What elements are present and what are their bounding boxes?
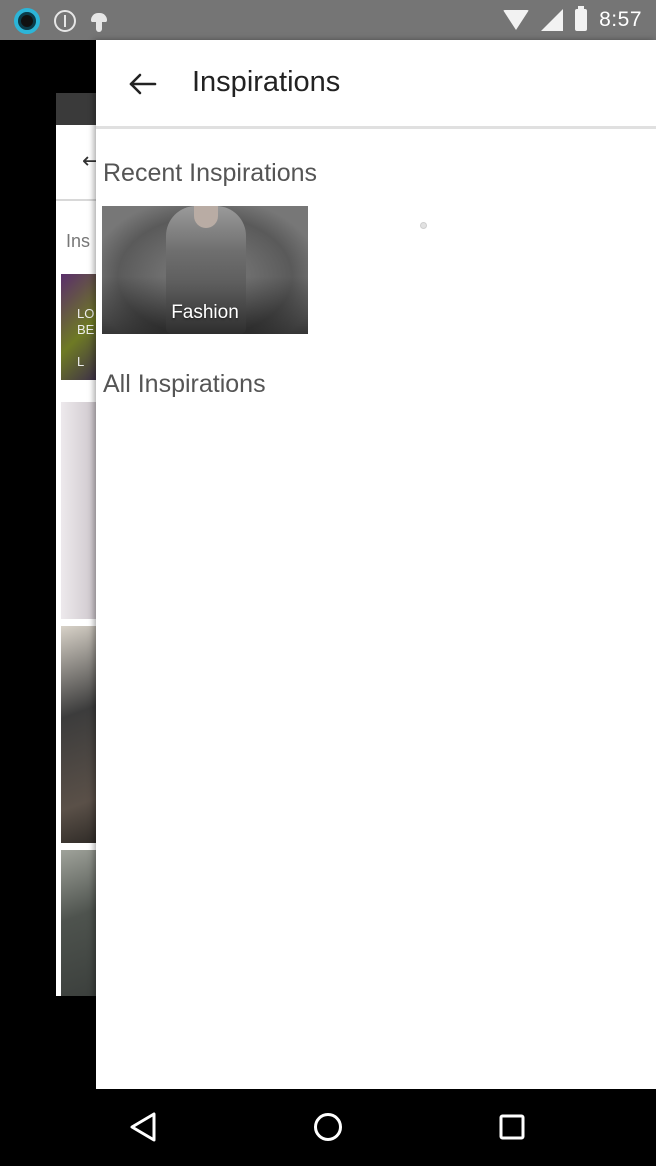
navigation-bar [0,1089,656,1166]
recent-inspirations-heading: Recent Inspirations [103,159,318,187]
drawer-toolbar: Inspirations [96,40,656,129]
ring-app-icon [14,8,40,34]
nav-home-button[interactable] [308,1107,348,1147]
wifi-icon [503,10,530,30]
home-circle-icon [314,1113,342,1141]
recents-square-icon [499,1114,525,1140]
arrow-left-icon [129,73,157,95]
battery-icon [575,6,588,31]
background-thumbnail [61,850,101,996]
android-icon [90,10,108,32]
back-button[interactable] [122,64,162,104]
signal-icon [541,9,564,31]
loading-indicator [420,222,427,229]
all-inspirations-heading: All Inspirations [103,370,266,398]
clock: 8:57 [599,8,642,31]
system-icons: 8:57 [503,6,642,34]
tile-label: Fashion [171,302,239,323]
status-bar: 8:57 [0,0,656,40]
inspirations-drawer: Inspirations Recent Inspirations Fashion… [96,40,656,1089]
page-title: Inspirations [192,66,341,98]
back-triangle-icon [130,1112,156,1142]
background-thumbnail [61,626,101,843]
background-thumbnail: LO BE L [61,274,101,380]
background-label: Ins [66,231,91,251]
nav-back-button[interactable] [124,1107,164,1147]
info-icon [54,10,76,32]
inspiration-tile-fashion[interactable]: Fashion [102,206,308,334]
nav-recents-button[interactable] [492,1107,532,1147]
notification-icons [14,8,108,34]
screen: 8:57 ← Ins LO BE L Inspirations Recent Ins… [0,0,656,1166]
background-thumbnail [61,402,101,619]
